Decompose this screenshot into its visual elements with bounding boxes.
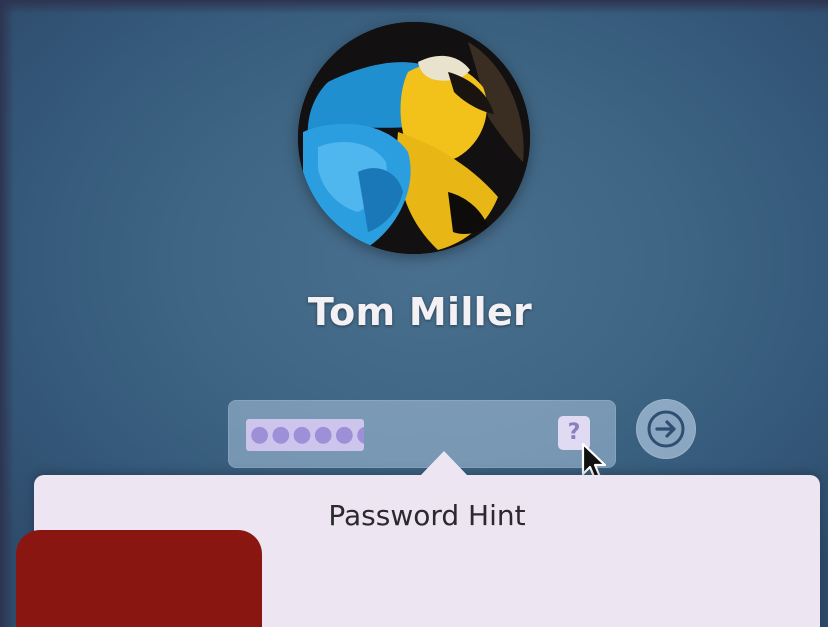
popover-pointer	[420, 451, 468, 476]
login-screen: Tom Miller ●●●●●● ? Password Hint	[0, 0, 828, 627]
password-hint-title: Password Hint	[328, 499, 526, 532]
redaction-block	[16, 530, 262, 627]
bezel-edge-left	[0, 0, 14, 627]
password-input[interactable]: ●●●●●●	[246, 419, 364, 451]
user-name: Tom Miller	[307, 290, 533, 334]
user-avatar[interactable]	[298, 22, 530, 254]
parrot-photo-icon	[298, 22, 530, 254]
right-arrow-circle-icon	[647, 410, 685, 448]
question-mark-icon: ?	[567, 420, 581, 445]
login-submit-button[interactable]	[636, 399, 696, 459]
bezel-edge-top	[0, 0, 828, 14]
